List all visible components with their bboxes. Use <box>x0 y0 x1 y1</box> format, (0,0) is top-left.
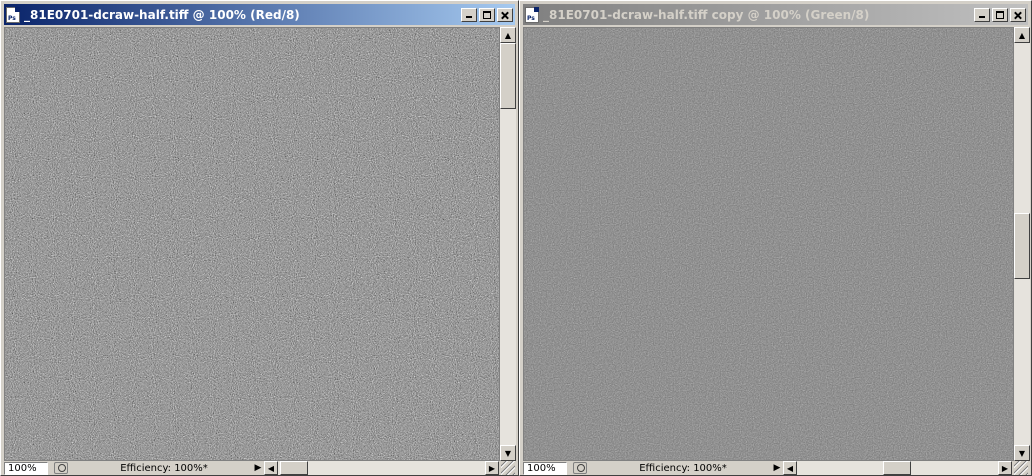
horizontal-scroll-thumb[interactable] <box>883 461 911 475</box>
horizontal-scrollbar[interactable]: ◀ ▶ <box>264 461 499 475</box>
maximize-button[interactable] <box>992 7 1008 22</box>
scroll-up-button[interactable]: ▲ <box>500 27 516 43</box>
title-bar[interactable]: Ps _81E0701-dcraw-half.tiff copy @ 100% … <box>523 4 1028 25</box>
document-window-red[interactable]: Ps _81E0701-dcraw-half.tiff @ 100% (Red/… <box>0 0 519 476</box>
scroll-right-button[interactable]: ▶ <box>485 461 499 475</box>
horizontal-scroll-thumb[interactable] <box>280 461 308 475</box>
scroll-up-button[interactable]: ▲ <box>1014 27 1030 43</box>
vertical-scrollbar[interactable]: ▲ ▼ <box>1014 27 1030 461</box>
title-bar[interactable]: Ps _81E0701-dcraw-half.tiff @ 100% (Red/… <box>4 4 515 25</box>
zoom-field[interactable]: 100% <box>523 461 567 475</box>
window-title: _81E0701-dcraw-half.tiff @ 100% (Red/8) <box>24 7 300 22</box>
image-canvas[interactable] <box>4 27 500 461</box>
scroll-thumb[interactable] <box>500 43 516 109</box>
scroll-left-button[interactable]: ◀ <box>264 461 278 475</box>
horizontal-scrollbar[interactable]: ◀ ▶ <box>783 461 1012 475</box>
status-menu-arrow-icon[interactable]: ▶ <box>773 462 781 474</box>
close-button[interactable] <box>1010 7 1026 22</box>
image-canvas[interactable] <box>523 27 1014 461</box>
status-bar: 100% Efficiency: 100%* ▶ ◀ ▶ <box>523 461 1028 475</box>
efficiency-label: Efficiency: 100%* <box>639 462 727 474</box>
photoshop-document-icon[interactable]: Ps <box>525 6 539 23</box>
noise-image <box>5 28 499 460</box>
window-title: _81E0701-dcraw-half.tiff copy @ 100% (Gr… <box>543 7 870 22</box>
efficiency-label: Efficiency: 100%* <box>120 462 208 474</box>
navigator-icon[interactable] <box>573 462 587 474</box>
resize-grip-icon[interactable] <box>501 461 515 475</box>
noise-image <box>524 28 1013 460</box>
scroll-down-button[interactable]: ▼ <box>500 445 516 461</box>
minimize-button[interactable] <box>974 7 990 22</box>
resize-grip-icon[interactable] <box>1014 461 1028 475</box>
document-window-green[interactable]: Ps _81E0701-dcraw-half.tiff copy @ 100% … <box>519 0 1032 476</box>
maximize-button[interactable] <box>479 7 495 22</box>
status-menu-arrow-icon[interactable]: ▶ <box>254 462 262 474</box>
scroll-right-button[interactable]: ▶ <box>998 461 1012 475</box>
close-button[interactable] <box>497 7 513 22</box>
zoom-field[interactable]: 100% <box>4 461 48 475</box>
navigator-icon[interactable] <box>54 462 68 474</box>
vertical-scrollbar[interactable]: ▲ ▼ <box>500 27 516 461</box>
status-bar: 100% Efficiency: 100%* ▶ ◀ ▶ <box>4 461 515 475</box>
photoshop-document-icon[interactable]: Ps <box>6 6 20 23</box>
scroll-left-button[interactable]: ◀ <box>783 461 797 475</box>
scroll-down-button[interactable]: ▼ <box>1014 445 1030 461</box>
minimize-button[interactable] <box>461 7 477 22</box>
scroll-thumb[interactable] <box>1014 213 1030 279</box>
